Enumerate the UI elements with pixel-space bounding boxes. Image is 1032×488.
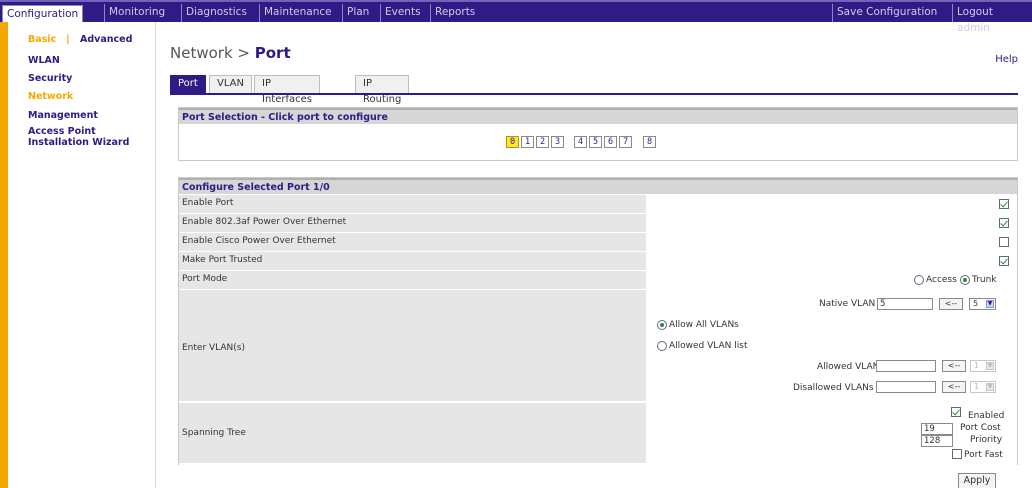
native-vlan-arrow-button[interactable]: <-- <box>939 298 963 310</box>
sidebar-basic-link[interactable]: Basic <box>28 34 56 45</box>
make-trusted-checkbox[interactable] <box>999 256 1009 266</box>
page-title: Network > Port <box>170 44 291 62</box>
enter-vlans-row: Enter VLAN(s) Native VLAN 5 <-- 5 ▼ Allo… <box>179 290 1017 402</box>
nav-events[interactable]: Events <box>380 4 425 22</box>
allow-all-vlans-label: Allow All VLANs <box>669 320 739 330</box>
page-title-prefix: Network > <box>170 44 250 62</box>
sidebar-advanced-link[interactable]: Advanced <box>80 34 132 45</box>
tab-ip-interfaces[interactable]: IP Interfaces <box>254 75 320 105</box>
port-5-button[interactable]: 5 <box>589 136 602 148</box>
enable-port-checkbox[interactable] <box>999 199 1009 209</box>
port-mode-trunk-label: Trunk <box>972 275 997 285</box>
port-cost-input[interactable]: 19 <box>921 423 953 435</box>
sidebar-item-security[interactable]: Security <box>28 73 72 84</box>
native-vlan-label: Native VLAN <box>819 299 876 309</box>
enable-poe-checkbox[interactable] <box>999 218 1009 228</box>
configure-port-header: Configure Selected Port 1/0 <box>179 178 1017 194</box>
left-accent-bar <box>0 22 8 488</box>
tab-vlan[interactable]: VLAN <box>209 75 252 93</box>
chevron-down-icon: ▼ <box>986 383 994 391</box>
sidebar-item-management[interactable]: Management <box>28 110 98 121</box>
nav-diagnostics[interactable]: Diagnostics <box>181 4 251 22</box>
apply-button[interactable]: Apply <box>958 473 996 488</box>
chevron-down-icon: ▼ <box>986 362 994 370</box>
save-configuration-link[interactable]: Save Configuration <box>832 4 941 22</box>
priority-input[interactable]: 128 <box>921 435 953 447</box>
enter-vlans-label: Enter VLAN(s) <box>179 290 646 401</box>
sidebar-separator: | <box>66 34 70 45</box>
allowed-vlans-label: Allowed VLANs <box>817 362 885 372</box>
sidebar: Basic | Advanced WLAN Security Network M… <box>8 22 156 488</box>
port-fast-checkbox[interactable] <box>952 449 962 459</box>
tab-ip-routing[interactable]: IP Routing <box>355 75 410 105</box>
make-trusted-row: Make Port Trusted <box>179 252 1017 271</box>
enable-poe-row: Enable 802.3af Power Over Ethernet <box>179 214 1017 233</box>
tab-port[interactable]: Port <box>170 75 206 93</box>
port-1-button[interactable]: 1 <box>521 136 534 148</box>
port-selection-panel: Port Selection - Click port to configure… <box>178 107 1018 161</box>
nav-plan[interactable]: Plan <box>342 4 373 22</box>
enable-port-label: Enable Port <box>179 195 646 213</box>
port-mode-trunk-radio[interactable] <box>960 275 970 285</box>
disallowed-vlans-select-value: 1 <box>974 382 980 391</box>
make-trusted-label: Make Port Trusted <box>179 252 646 270</box>
disallowed-vlans-label: Disallowed VLANs <box>793 383 874 393</box>
help-link[interactable]: Help <box>995 54 1018 65</box>
port-mode-label: Port Mode <box>179 271 646 289</box>
allowed-vlans-select-value: 1 <box>974 361 980 370</box>
nav-reports[interactable]: Reports <box>430 4 479 22</box>
disallowed-vlans-arrow-button[interactable]: <-- <box>942 381 966 393</box>
configure-port-panel: Configure Selected Port 1/0 Enable Port … <box>178 177 1018 465</box>
enable-cisco-poe-checkbox[interactable] <box>999 237 1009 247</box>
allow-all-vlans-radio[interactable] <box>657 320 667 330</box>
native-vlan-input[interactable]: 5 <box>877 298 933 310</box>
spanning-tree-enabled-label: Enabled <box>968 411 1005 421</box>
enable-poe-label: Enable 802.3af Power Over Ethernet <box>179 214 646 232</box>
port-2-button[interactable]: 2 <box>536 136 549 148</box>
disallowed-vlans-input[interactable] <box>876 381 936 393</box>
spanning-tree-label: Spanning Tree <box>179 403 646 463</box>
disallowed-vlans-select[interactable]: 1 ▼ <box>970 381 996 393</box>
nav-maintenance[interactable]: Maintenance <box>259 4 336 22</box>
port-8-button[interactable]: 8 <box>643 136 656 148</box>
enable-cisco-poe-row: Enable Cisco Power Over Ethernet <box>179 233 1017 252</box>
port-selection-header: Port Selection - Click port to configure <box>179 108 1017 124</box>
allowed-vlan-list-label: Allowed VLAN list <box>669 341 748 351</box>
tab-underline <box>170 93 1018 95</box>
port-mode-row: Port Mode Access Trunk <box>179 271 1017 290</box>
nav-monitoring[interactable]: Monitoring <box>104 4 169 22</box>
spanning-tree-row: Spanning Tree Enabled 19 Port Cost 128 P… <box>179 403 1017 464</box>
enable-cisco-poe-label: Enable Cisco Power Over Ethernet <box>179 233 646 251</box>
sidebar-item-access-point[interactable]: Access Point <box>28 126 96 137</box>
allowed-vlan-list-radio[interactable] <box>657 341 667 351</box>
chevron-down-icon: ▼ <box>986 300 994 308</box>
top-nav-bar: Configuration Monitoring Diagnostics Mai… <box>0 0 1032 34</box>
native-vlan-select[interactable]: 5 ▼ <box>969 298 996 310</box>
port-fast-label: Port Fast <box>964 450 1003 460</box>
sidebar-item-network[interactable]: Network <box>28 91 73 102</box>
port-7-button[interactable]: 7 <box>619 136 632 148</box>
sidebar-item-installation-wizard[interactable]: Installation Wizard <box>28 137 129 148</box>
native-vlan-select-value: 5 <box>973 299 979 308</box>
allowed-vlans-select[interactable]: 1 ▼ <box>970 360 996 372</box>
port-cost-label: Port Cost <box>960 423 1001 433</box>
sidebar-item-wlan[interactable]: WLAN <box>28 55 60 66</box>
port-mode-access-label: Access <box>926 275 957 285</box>
port-mode-access-radio[interactable] <box>914 275 924 285</box>
allowed-vlans-input[interactable] <box>876 360 936 372</box>
spanning-tree-enabled-checkbox[interactable] <box>951 407 961 417</box>
port-6-button[interactable]: 6 <box>604 136 617 148</box>
allowed-vlans-arrow-button[interactable]: <-- <box>942 360 966 372</box>
port-0-button[interactable]: 0 <box>506 136 519 148</box>
enable-port-row: Enable Port <box>179 195 1017 214</box>
page-title-main: Port <box>254 44 291 62</box>
logout-link[interactable]: Logout admin <box>952 4 1032 34</box>
port-4-button[interactable]: 4 <box>574 136 587 148</box>
priority-label: Priority <box>970 435 1003 445</box>
port-3-button[interactable]: 3 <box>551 136 564 148</box>
